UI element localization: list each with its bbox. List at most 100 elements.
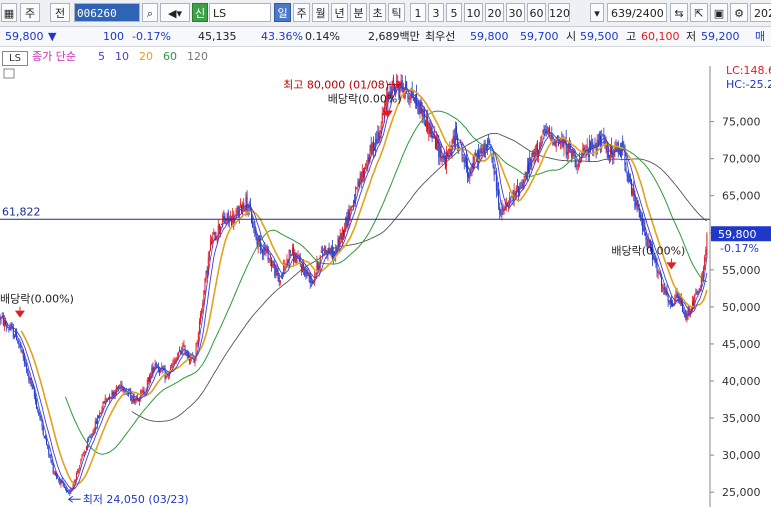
- candle-body: [697, 290, 699, 292]
- candle-body: [627, 174, 629, 183]
- candle-body: [370, 144, 372, 152]
- volume-percent: 43.36%: [261, 30, 303, 43]
- interval-button-10[interactable]: 10: [464, 3, 483, 22]
- candle-body: [643, 224, 645, 232]
- series-box[interactable]: LS: [2, 51, 28, 66]
- candle-body: [499, 206, 501, 214]
- tab-1[interactable]: 주: [293, 3, 310, 22]
- candle-body: [92, 432, 94, 435]
- stock-code-input[interactable]: 006260: [74, 3, 140, 22]
- candle-body: [119, 386, 121, 387]
- candle-body: [20, 345, 22, 352]
- tab-3[interactable]: 년: [331, 3, 348, 22]
- candle-body: [24, 363, 26, 365]
- candle-body: [519, 186, 521, 197]
- search-icon[interactable]: ⌕: [142, 3, 158, 22]
- dropdown-arrow-icon[interactable]: ▾: [590, 3, 604, 22]
- candle-body: [547, 128, 549, 131]
- candle-body: [42, 427, 44, 435]
- candlestick-chart[interactable]: 25,000 30,000 35,000 40,000 45,000 50,000 55,0…: [0, 66, 771, 507]
- interval-button-120[interactable]: 120: [548, 3, 570, 22]
- candle-body: [462, 157, 464, 159]
- tab-0[interactable]: 일: [274, 3, 291, 22]
- candle-body: [350, 205, 352, 210]
- interval-button-20[interactable]: 20: [485, 3, 504, 22]
- candle-body: [660, 276, 662, 287]
- candle-body: [43, 436, 45, 439]
- candle-body: [202, 303, 204, 308]
- bar-count-field[interactable]: 639/2400: [607, 3, 667, 22]
- candle-body: [693, 300, 695, 306]
- save-icon[interactable]: ▣: [710, 3, 728, 22]
- grid-menu-icon[interactable]: ▦: [1, 3, 17, 22]
- interval-button-5[interactable]: 5: [446, 3, 462, 22]
- candle-body: [500, 212, 502, 215]
- candle-body: [667, 295, 669, 302]
- candle-body: [329, 253, 331, 256]
- chart-settings-icon[interactable]: ⇆: [670, 3, 688, 22]
- prev-button[interactable]: 전: [50, 3, 70, 22]
- current-price: 59,800: [5, 30, 44, 43]
- candle-body: [149, 376, 151, 381]
- candle-body: [0, 317, 1, 321]
- candle-body: [457, 135, 459, 144]
- candle-body: [673, 304, 675, 306]
- candle-body: [452, 136, 454, 143]
- candle-body: [575, 159, 577, 168]
- stock-name-field[interactable]: LS: [209, 3, 271, 22]
- candle-body: [594, 144, 596, 146]
- tab-5[interactable]: 초: [369, 3, 386, 22]
- candle-body: [205, 270, 207, 281]
- interval-button-3[interactable]: 3: [428, 3, 444, 22]
- candle-body: [283, 265, 285, 274]
- candle-body: [74, 479, 76, 483]
- candle-body: [685, 314, 687, 320]
- candle-body: [58, 479, 60, 480]
- period-weekly-button[interactable]: 주: [20, 3, 40, 22]
- new-badge[interactable]: 신: [192, 3, 208, 22]
- candle-body: [602, 134, 604, 136]
- interval-button-1[interactable]: 1: [410, 3, 426, 22]
- tab-2[interactable]: 월: [312, 3, 329, 22]
- y-tick-label: 40,000: [722, 375, 761, 388]
- candle-body: [665, 290, 667, 295]
- candle-body: [310, 280, 312, 283]
- y-tick-label: 30,000: [722, 449, 761, 462]
- candle-body: [64, 486, 66, 489]
- candle-body: [407, 95, 409, 97]
- candle-body: [21, 350, 23, 352]
- trade-amount: 2,689백만: [368, 30, 420, 43]
- tab-6[interactable]: 틱: [388, 3, 405, 22]
- interval-button-60[interactable]: 60: [527, 3, 546, 22]
- hc-label: HC:-25.25: [726, 78, 771, 91]
- ma-120-line: [131, 132, 708, 422]
- tab-4[interactable]: 분: [350, 3, 367, 22]
- candle-body: [339, 234, 341, 244]
- candle-body: [595, 148, 597, 151]
- dividend-annotation: 배당락(0.00%): [611, 244, 685, 257]
- y-tick-label: 50,000: [722, 301, 761, 314]
- candle-body: [193, 360, 195, 363]
- candle-body: [1, 316, 3, 318]
- interval-button-30[interactable]: 30: [506, 3, 525, 22]
- sell-tab[interactable]: 매: [755, 29, 765, 44]
- candle-body: [46, 439, 48, 445]
- candle-body: [235, 212, 237, 217]
- resize-icon[interactable]: ⇱: [690, 3, 708, 22]
- candle-body: [47, 445, 49, 447]
- gear-icon[interactable]: ⚙: [730, 3, 748, 22]
- candle-body: [362, 170, 364, 175]
- candle-body: [81, 455, 83, 459]
- candle-body: [413, 99, 415, 102]
- candle-body: [246, 196, 248, 211]
- candle-body: [225, 221, 227, 225]
- date-field[interactable]: 2022: [750, 3, 771, 22]
- candle-body: [494, 172, 496, 173]
- price-change: 100: [103, 30, 124, 43]
- candle-body: [31, 384, 33, 386]
- candle-body: [598, 134, 600, 144]
- candle-body: [340, 233, 342, 240]
- candle-body: [88, 439, 90, 440]
- candle-body: [468, 173, 470, 178]
- speaker-icon[interactable]: ◀▾: [160, 3, 190, 22]
